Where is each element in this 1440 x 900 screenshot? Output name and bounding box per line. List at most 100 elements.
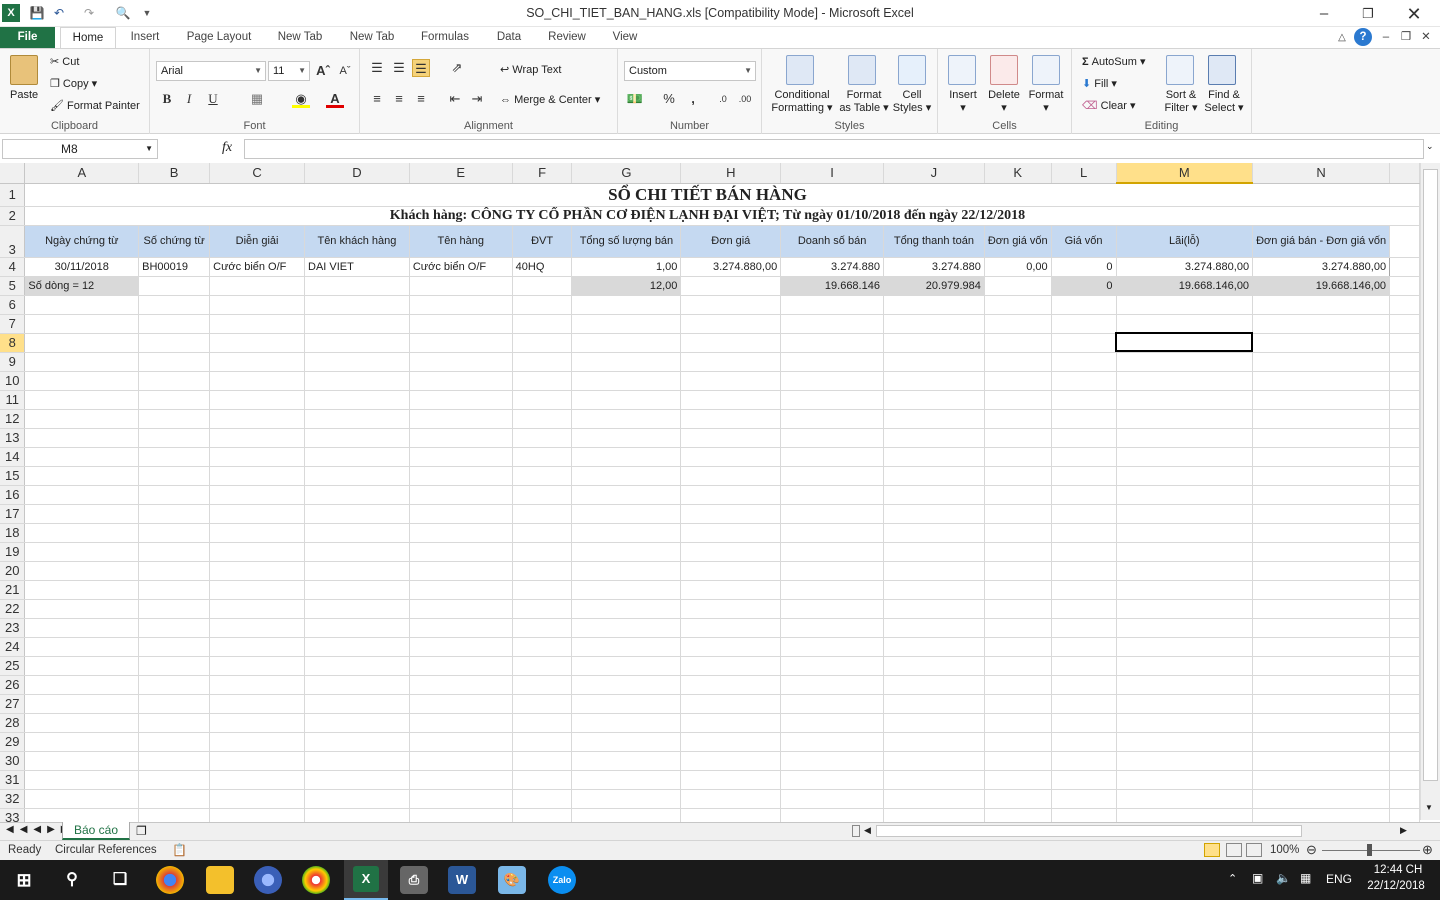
cell-e32[interactable] [409,789,513,809]
clear-button[interactable]: ⌫ Clear ▾ [1082,99,1136,112]
row-header-25[interactable]: 25 [0,656,26,676]
cell-j17[interactable] [883,504,985,524]
cell-k8[interactable] [984,333,1052,353]
row-header-24[interactable]: 24 [0,637,26,657]
cell-styles-icon[interactable] [898,55,926,85]
column-header-f[interactable]: F [512,163,573,184]
help-icon[interactable]: ? [1354,28,1372,46]
cell-b25[interactable] [138,656,211,676]
cell-b23[interactable] [138,618,211,638]
cell-g6[interactable] [571,295,682,315]
cell-j7[interactable] [883,314,985,334]
cell-h31[interactable] [680,770,782,790]
conditional-formatting-icon[interactable] [786,55,814,85]
cell-a31[interactable] [24,770,140,790]
row-header-20[interactable]: 20 [0,561,26,581]
number-format-select[interactable]: Custom ▼ [624,61,756,81]
cell-l30[interactable] [1051,751,1117,771]
cell-e28[interactable] [409,713,513,733]
cell-f13[interactable] [512,428,573,448]
macro-record-icon[interactable]: 📋 [172,843,187,857]
cell-d30[interactable] [304,751,410,771]
browser-icon[interactable] [254,866,282,894]
cell-a27[interactable] [24,694,140,714]
cell-m4[interactable]: 3.274.880,00 [1116,257,1254,277]
cell-n18[interactable] [1252,523,1391,543]
cell-i6[interactable] [780,295,884,315]
cell-e4[interactable]: Cước biển O/F [409,257,513,277]
cell-i20[interactable] [780,561,884,581]
wb-minimize-icon[interactable]: – [1378,27,1394,48]
cell-c27[interactable] [209,694,305,714]
row-header-19[interactable]: 19 [0,542,26,562]
cell-i27[interactable] [780,694,884,714]
task-view-icon[interactable]: ❏ [106,866,134,894]
cell-m22[interactable] [1116,599,1254,619]
row-header-16[interactable]: 16 [0,485,26,505]
cell-l19[interactable] [1051,542,1117,562]
cell-i10[interactable] [780,371,884,391]
cell-h13[interactable] [680,428,782,448]
autosum-button[interactable]: Σ AutoSum ▾ [1082,55,1146,68]
column-header-n[interactable]: N [1252,163,1391,184]
cell-e13[interactable] [409,428,513,448]
cell-c14[interactable] [209,447,305,467]
cell-d22[interactable] [304,599,410,619]
cell-a13[interactable] [24,428,140,448]
cell-d5[interactable] [304,276,410,296]
scroll-down-icon[interactable]: ▼ [1425,803,1433,812]
cell-e14[interactable] [409,447,513,467]
cell-h20[interactable] [680,561,782,581]
cell-g18[interactable] [571,523,682,543]
italic-button[interactable]: I [180,90,198,108]
wb-close-icon[interactable]: ✕ [1418,27,1434,48]
cell-m18[interactable] [1116,523,1254,543]
cell-f12[interactable] [512,409,573,429]
cell-g7[interactable] [571,314,682,334]
cell-l12[interactable] [1051,409,1117,429]
cell-k5[interactable] [984,276,1052,296]
cell-b29[interactable] [138,732,211,752]
cell-b6[interactable] [138,295,211,315]
row-header-31[interactable]: 31 [0,770,26,790]
cell-e20[interactable] [409,561,513,581]
cell-n6[interactable] [1252,295,1391,315]
cell-h32[interactable] [680,789,782,809]
cell-i33[interactable] [780,808,884,822]
cell-e24[interactable] [409,637,513,657]
cell-a6[interactable] [24,295,140,315]
cell-b9[interactable] [138,352,211,372]
delete-cells-button[interactable]: Delete ▾ [986,89,1022,114]
cell-e26[interactable] [409,675,513,695]
tab-new-tab-2[interactable]: New Tab [340,27,404,48]
cell-m6[interactable] [1116,295,1254,315]
cell-g29[interactable] [571,732,682,752]
cell-c17[interactable] [209,504,305,524]
row-header-26[interactable]: 26 [0,675,26,695]
cell-d17[interactable] [304,504,410,524]
cell-h9[interactable] [680,352,782,372]
cell-l7[interactable] [1051,314,1117,334]
cell-l21[interactable] [1051,580,1117,600]
cell-f14[interactable] [512,447,573,467]
cell-l20[interactable] [1051,561,1117,581]
worksheet-grid[interactable]: A B C D E F G H I J K L M N 1 SỔ CHI TIẾT BÁN HÀNG 2 Khác… [0,163,1420,822]
cell-a4[interactable]: 30/11/2018 [24,257,140,277]
cell-m23[interactable] [1116,618,1254,638]
cell-f24[interactable] [512,637,573,657]
cell-g22[interactable] [571,599,682,619]
clock-time[interactable]: 12:44 CH [1366,864,1430,876]
cell-b10[interactable] [138,371,211,391]
cell-k13[interactable] [984,428,1052,448]
cell-i28[interactable] [780,713,884,733]
cell-j10[interactable] [883,371,985,391]
cell-e31[interactable] [409,770,513,790]
cell-f19[interactable] [512,542,573,562]
cell-i7[interactable] [780,314,884,334]
cell-g9[interactable] [571,352,682,372]
cell-i23[interactable] [780,618,884,638]
cell-j6[interactable] [883,295,985,315]
cell-a9[interactable] [24,352,140,372]
currency-icon[interactable]: 💵 [626,90,644,108]
cell-h7[interactable] [680,314,782,334]
